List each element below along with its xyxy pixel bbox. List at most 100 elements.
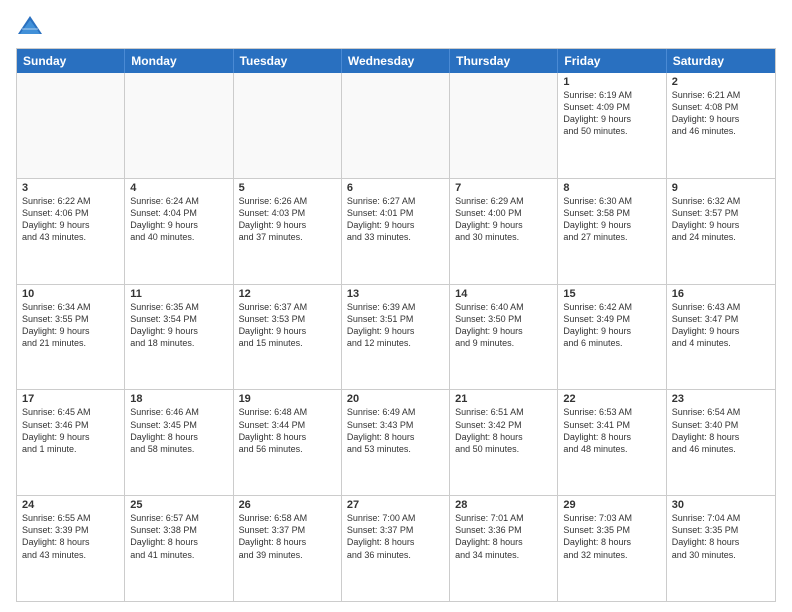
empty-cell-0-2 xyxy=(234,73,342,178)
day-cell-18: 18Sunrise: 6:46 AM Sunset: 3:45 PM Dayli… xyxy=(125,390,233,495)
day-number: 8 xyxy=(563,182,660,194)
day-info: Sunrise: 6:29 AM Sunset: 4:00 PM Dayligh… xyxy=(455,195,552,244)
day-cell-14: 14Sunrise: 6:40 AM Sunset: 3:50 PM Dayli… xyxy=(450,285,558,390)
day-cell-23: 23Sunrise: 6:54 AM Sunset: 3:40 PM Dayli… xyxy=(667,390,775,495)
day-number: 23 xyxy=(672,393,770,405)
page: SundayMondayTuesdayWednesdayThursdayFrid… xyxy=(0,0,792,612)
day-cell-25: 25Sunrise: 6:57 AM Sunset: 3:38 PM Dayli… xyxy=(125,496,233,601)
day-cell-5: 5Sunrise: 6:26 AM Sunset: 4:03 PM Daylig… xyxy=(234,179,342,284)
day-cell-10: 10Sunrise: 6:34 AM Sunset: 3:55 PM Dayli… xyxy=(17,285,125,390)
day-info: Sunrise: 6:54 AM Sunset: 3:40 PM Dayligh… xyxy=(672,406,770,455)
day-number: 22 xyxy=(563,393,660,405)
day-number: 1 xyxy=(563,76,660,88)
day-cell-30: 30Sunrise: 7:04 AM Sunset: 3:35 PM Dayli… xyxy=(667,496,775,601)
header-day-sunday: Sunday xyxy=(17,49,125,73)
day-info: Sunrise: 6:26 AM Sunset: 4:03 PM Dayligh… xyxy=(239,195,336,244)
calendar-header: SundayMondayTuesdayWednesdayThursdayFrid… xyxy=(17,49,775,73)
day-info: Sunrise: 6:37 AM Sunset: 3:53 PM Dayligh… xyxy=(239,301,336,350)
logo xyxy=(16,12,48,40)
header-day-wednesday: Wednesday xyxy=(342,49,450,73)
day-cell-28: 28Sunrise: 7:01 AM Sunset: 3:36 PM Dayli… xyxy=(450,496,558,601)
day-cell-2: 2Sunrise: 6:21 AM Sunset: 4:08 PM Daylig… xyxy=(667,73,775,178)
calendar-row-4: 24Sunrise: 6:55 AM Sunset: 3:39 PM Dayli… xyxy=(17,495,775,601)
day-info: Sunrise: 7:00 AM Sunset: 3:37 PM Dayligh… xyxy=(347,512,444,561)
day-info: Sunrise: 7:04 AM Sunset: 3:35 PM Dayligh… xyxy=(672,512,770,561)
day-cell-8: 8Sunrise: 6:30 AM Sunset: 3:58 PM Daylig… xyxy=(558,179,666,284)
day-number: 20 xyxy=(347,393,444,405)
day-info: Sunrise: 6:49 AM Sunset: 3:43 PM Dayligh… xyxy=(347,406,444,455)
calendar-body: 1Sunrise: 6:19 AM Sunset: 4:09 PM Daylig… xyxy=(17,73,775,601)
day-info: Sunrise: 6:48 AM Sunset: 3:44 PM Dayligh… xyxy=(239,406,336,455)
day-info: Sunrise: 6:19 AM Sunset: 4:09 PM Dayligh… xyxy=(563,89,660,138)
header-day-saturday: Saturday xyxy=(667,49,775,73)
day-info: Sunrise: 6:34 AM Sunset: 3:55 PM Dayligh… xyxy=(22,301,119,350)
day-cell-17: 17Sunrise: 6:45 AM Sunset: 3:46 PM Dayli… xyxy=(17,390,125,495)
day-cell-27: 27Sunrise: 7:00 AM Sunset: 3:37 PM Dayli… xyxy=(342,496,450,601)
empty-cell-0-4 xyxy=(450,73,558,178)
day-info: Sunrise: 6:39 AM Sunset: 3:51 PM Dayligh… xyxy=(347,301,444,350)
day-cell-29: 29Sunrise: 7:03 AM Sunset: 3:35 PM Dayli… xyxy=(558,496,666,601)
day-number: 26 xyxy=(239,499,336,511)
calendar-row-0: 1Sunrise: 6:19 AM Sunset: 4:09 PM Daylig… xyxy=(17,73,775,178)
header-day-thursday: Thursday xyxy=(450,49,558,73)
day-info: Sunrise: 6:58 AM Sunset: 3:37 PM Dayligh… xyxy=(239,512,336,561)
day-info: Sunrise: 6:40 AM Sunset: 3:50 PM Dayligh… xyxy=(455,301,552,350)
header xyxy=(16,12,776,40)
day-cell-13: 13Sunrise: 6:39 AM Sunset: 3:51 PM Dayli… xyxy=(342,285,450,390)
header-day-monday: Monday xyxy=(125,49,233,73)
day-number: 3 xyxy=(22,182,119,194)
calendar-row-1: 3Sunrise: 6:22 AM Sunset: 4:06 PM Daylig… xyxy=(17,178,775,284)
day-cell-1: 1Sunrise: 6:19 AM Sunset: 4:09 PM Daylig… xyxy=(558,73,666,178)
day-number: 2 xyxy=(672,76,770,88)
day-number: 16 xyxy=(672,288,770,300)
day-cell-4: 4Sunrise: 6:24 AM Sunset: 4:04 PM Daylig… xyxy=(125,179,233,284)
day-number: 7 xyxy=(455,182,552,194)
header-day-tuesday: Tuesday xyxy=(234,49,342,73)
day-cell-15: 15Sunrise: 6:42 AM Sunset: 3:49 PM Dayli… xyxy=(558,285,666,390)
day-cell-3: 3Sunrise: 6:22 AM Sunset: 4:06 PM Daylig… xyxy=(17,179,125,284)
day-number: 9 xyxy=(672,182,770,194)
day-number: 25 xyxy=(130,499,227,511)
day-info: Sunrise: 6:57 AM Sunset: 3:38 PM Dayligh… xyxy=(130,512,227,561)
day-info: Sunrise: 6:30 AM Sunset: 3:58 PM Dayligh… xyxy=(563,195,660,244)
calendar-row-2: 10Sunrise: 6:34 AM Sunset: 3:55 PM Dayli… xyxy=(17,284,775,390)
day-number: 19 xyxy=(239,393,336,405)
day-cell-9: 9Sunrise: 6:32 AM Sunset: 3:57 PM Daylig… xyxy=(667,179,775,284)
day-cell-19: 19Sunrise: 6:48 AM Sunset: 3:44 PM Dayli… xyxy=(234,390,342,495)
day-info: Sunrise: 6:24 AM Sunset: 4:04 PM Dayligh… xyxy=(130,195,227,244)
empty-cell-0-3 xyxy=(342,73,450,178)
header-day-friday: Friday xyxy=(558,49,666,73)
day-number: 21 xyxy=(455,393,552,405)
day-info: Sunrise: 6:43 AM Sunset: 3:47 PM Dayligh… xyxy=(672,301,770,350)
day-info: Sunrise: 6:42 AM Sunset: 3:49 PM Dayligh… xyxy=(563,301,660,350)
day-cell-16: 16Sunrise: 6:43 AM Sunset: 3:47 PM Dayli… xyxy=(667,285,775,390)
day-info: Sunrise: 6:45 AM Sunset: 3:46 PM Dayligh… xyxy=(22,406,119,455)
day-info: Sunrise: 6:21 AM Sunset: 4:08 PM Dayligh… xyxy=(672,89,770,138)
day-info: Sunrise: 7:03 AM Sunset: 3:35 PM Dayligh… xyxy=(563,512,660,561)
day-number: 12 xyxy=(239,288,336,300)
day-number: 17 xyxy=(22,393,119,405)
empty-cell-0-1 xyxy=(125,73,233,178)
day-number: 5 xyxy=(239,182,336,194)
day-cell-7: 7Sunrise: 6:29 AM Sunset: 4:00 PM Daylig… xyxy=(450,179,558,284)
day-number: 4 xyxy=(130,182,227,194)
day-number: 11 xyxy=(130,288,227,300)
day-number: 13 xyxy=(347,288,444,300)
day-cell-21: 21Sunrise: 6:51 AM Sunset: 3:42 PM Dayli… xyxy=(450,390,558,495)
day-number: 18 xyxy=(130,393,227,405)
day-info: Sunrise: 6:46 AM Sunset: 3:45 PM Dayligh… xyxy=(130,406,227,455)
day-info: Sunrise: 6:22 AM Sunset: 4:06 PM Dayligh… xyxy=(22,195,119,244)
day-info: Sunrise: 6:51 AM Sunset: 3:42 PM Dayligh… xyxy=(455,406,552,455)
day-cell-24: 24Sunrise: 6:55 AM Sunset: 3:39 PM Dayli… xyxy=(17,496,125,601)
day-cell-20: 20Sunrise: 6:49 AM Sunset: 3:43 PM Dayli… xyxy=(342,390,450,495)
day-info: Sunrise: 7:01 AM Sunset: 3:36 PM Dayligh… xyxy=(455,512,552,561)
day-cell-11: 11Sunrise: 6:35 AM Sunset: 3:54 PM Dayli… xyxy=(125,285,233,390)
day-number: 6 xyxy=(347,182,444,194)
calendar: SundayMondayTuesdayWednesdayThursdayFrid… xyxy=(16,48,776,602)
empty-cell-0-0 xyxy=(17,73,125,178)
day-cell-12: 12Sunrise: 6:37 AM Sunset: 3:53 PM Dayli… xyxy=(234,285,342,390)
day-number: 24 xyxy=(22,499,119,511)
day-number: 30 xyxy=(672,499,770,511)
day-cell-6: 6Sunrise: 6:27 AM Sunset: 4:01 PM Daylig… xyxy=(342,179,450,284)
day-number: 10 xyxy=(22,288,119,300)
